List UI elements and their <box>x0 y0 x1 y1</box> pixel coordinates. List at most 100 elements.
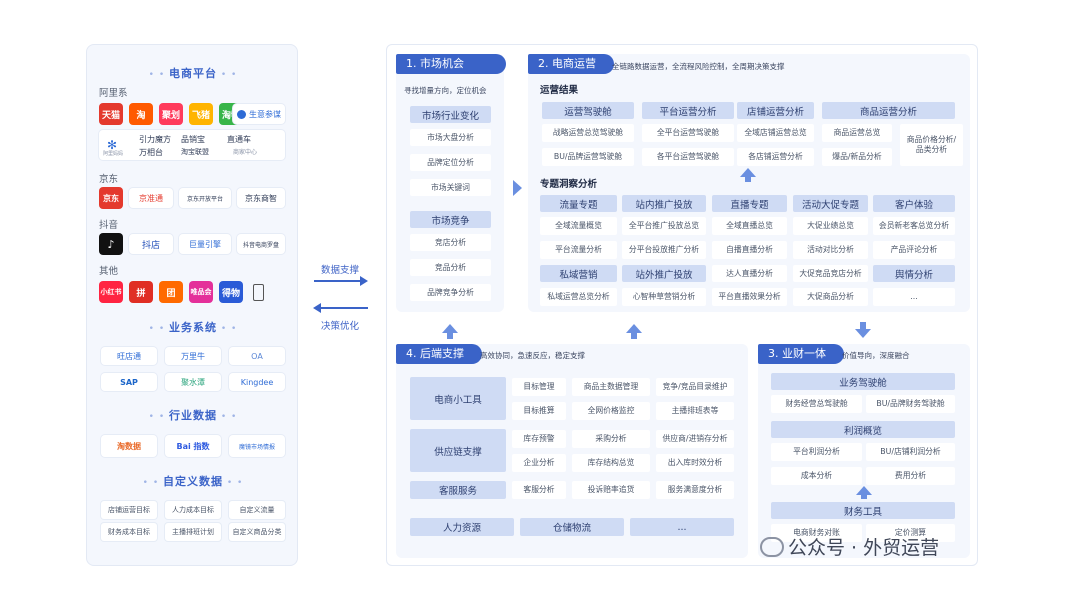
cell: 竞争/竞品目录维护 <box>656 378 734 396</box>
meituan-logo: 团 <box>159 281 183 303</box>
pinduoduo-logo: 拼 <box>129 281 153 303</box>
custom-item: 主播排班计划 <box>165 523 221 541</box>
cell: 心智种草营销分析 <box>622 288 706 306</box>
pinxiaobao: 品销宝 <box>181 135 205 144</box>
industry-data-title: • • 行业数据 • • <box>148 409 238 422</box>
alimama-label: 阿里妈妈 <box>103 151 124 157</box>
cell: 商品主数据管理 <box>572 378 650 396</box>
supply-chain-header: 供应链支撑 <box>410 429 506 472</box>
cell: 服务满意度分析 <box>656 481 734 499</box>
cell: 商品运营总览 <box>822 124 892 142</box>
ecommerce-tools-header: 电商小工具 <box>410 377 506 420</box>
cell: 投诉赔率追货 <box>572 481 650 499</box>
cell: 费用分析 <box>866 467 955 485</box>
cell: 战略运营总览驾驶舱 <box>542 124 634 142</box>
yinli-mofang: 引力魔方 <box>139 135 171 144</box>
arrow-stem <box>631 332 637 339</box>
decision-opt-label: 决策优化 <box>321 321 360 332</box>
arrow-left-icon <box>313 303 321 313</box>
results-header: 平台运营分析 <box>642 102 734 119</box>
douyin-label: 抖音 <box>99 220 119 231</box>
xiaohongshu-logo: 小红书 <box>99 281 123 303</box>
more-header: ... <box>630 518 734 536</box>
section-desc: 全链路数据运营，全流程风险控制，全周期决策支撑 <box>612 62 785 71</box>
cell: 大促业绩总览 <box>793 217 868 235</box>
topic-header: 私域营销 <box>540 265 617 282</box>
taoshuju-logo: 淘数据 <box>101 435 157 457</box>
kingdee-logo: Kingdee <box>229 373 285 391</box>
cell: 平台利润分析 <box>771 443 862 461</box>
arrow-stem <box>447 332 453 339</box>
section-title: 2. 电商运营 <box>528 54 614 74</box>
finance-tools-header: 财务工具 <box>771 502 955 519</box>
jd-open-platform-logo: 京东开放平台 <box>179 188 231 208</box>
results-header: 商品运营分析 <box>822 102 955 119</box>
business-cockpit-header: 业务驾驶舱 <box>771 373 955 390</box>
hr-header: 人力资源 <box>410 518 514 536</box>
arrow-right-icon <box>360 276 368 286</box>
data-support-label: 数据支撑 <box>321 265 360 276</box>
cell: 达人直播分析 <box>712 265 787 282</box>
topic-header: 活动大促专题 <box>793 195 868 212</box>
topic-header: 站外推广投放 <box>622 265 706 282</box>
cell: 会员新老客总览分析 <box>873 217 955 235</box>
topic-header: 站内推广投放 <box>622 195 706 212</box>
cell: 商品价格分析/品类分析 <box>900 124 963 166</box>
cell: 分平台投放推广分析 <box>622 241 706 259</box>
custom-data-title: • • 自定义数据 • • <box>142 475 244 488</box>
doudian-logo: 抖店 <box>129 234 173 254</box>
cell: 各店铺运营分析 <box>737 148 814 166</box>
sap-logo: SAP <box>101 373 157 391</box>
cell: 品牌定位分析 <box>410 154 491 171</box>
cell: 产品评论分析 <box>873 241 955 259</box>
cell: 全域店铺运营总览 <box>737 124 814 142</box>
cell: 竞店分析 <box>410 234 491 251</box>
cell: 采购分析 <box>572 430 650 448</box>
wanxiangtai: 万相台 <box>139 148 163 157</box>
section-title: 3. 业财一体 <box>758 344 844 364</box>
cell: 财务经营总驾驶舱 <box>771 395 862 413</box>
taobao-lianmeng: 淘宝联盟 <box>181 148 209 156</box>
cell: 库存结构总览 <box>572 454 650 472</box>
cell: 活动对比分析 <box>793 241 868 259</box>
business-system-title: • • 业务系统 • • <box>148 321 238 334</box>
shengyi-canmou-logo: 生意参谋 <box>233 104 285 124</box>
cell: 平台直播效果分析 <box>712 288 787 306</box>
cell: 出入库时效分析 <box>656 454 734 472</box>
cell: BU/品牌运营驾驶舱 <box>542 148 634 166</box>
cell: 成本分析 <box>771 467 862 485</box>
tmall-logo: 天猫 <box>99 103 123 125</box>
cell: 私域运营总览分析 <box>540 288 617 306</box>
jd-label: 京东 <box>99 174 119 185</box>
cell: 品牌竞争分析 <box>410 284 491 301</box>
cell: 市场大盘分析 <box>410 129 491 146</box>
cell: 全域直播总览 <box>712 217 787 235</box>
data-sources-panel: • • 电商平台 • • 阿里系 天猫淘聚划 飞猪 淘特 生意参谋 ✻ 阿里妈妈 引… <box>86 44 298 566</box>
arrow-stem <box>861 494 867 499</box>
topic-header: 舆情分析 <box>873 265 955 282</box>
wanliniu-logo: 万里牛 <box>165 347 221 365</box>
cell: 主播排班表等 <box>656 402 734 420</box>
ali-label: 阿里系 <box>99 88 128 99</box>
topic-label: 专题洞察分析 <box>540 179 598 190</box>
wechat-icon <box>760 536 784 557</box>
taobao-logo: 淘 <box>129 103 153 125</box>
jingzhuntong-logo: 京准通 <box>129 188 173 208</box>
cell: 客服分析 <box>512 481 566 499</box>
section-title: 1. 市场机会 <box>396 54 506 74</box>
mojing-logo: 魔镜市场情报 <box>229 435 285 457</box>
cell: 全平台运营驾驶舱 <box>642 124 734 142</box>
juhuasuan-logo: 聚划 <box>159 103 183 125</box>
market-industry-header: 市场行业变化 <box>410 106 491 123</box>
cell: 企业分析 <box>512 454 566 472</box>
cell: 大促竞品竞店分析 <box>793 265 868 282</box>
baidu-index-logo: Bai 指数 <box>165 435 221 457</box>
jd-logo: 京东 <box>99 187 123 209</box>
ali-logo-row: 天猫淘聚划 飞猪 淘特 <box>99 103 243 125</box>
other-logo-row: 小红书拼团唯品会 得物 <box>99 281 243 303</box>
arrow-stem <box>860 322 866 329</box>
ecommerce-platform-title: • • 电商平台 • • <box>148 67 238 80</box>
watermark: 公众号 · 外贸运营 <box>760 533 939 560</box>
dewu-logo: 得物 <box>219 281 243 303</box>
data-support-arrow <box>314 280 362 282</box>
